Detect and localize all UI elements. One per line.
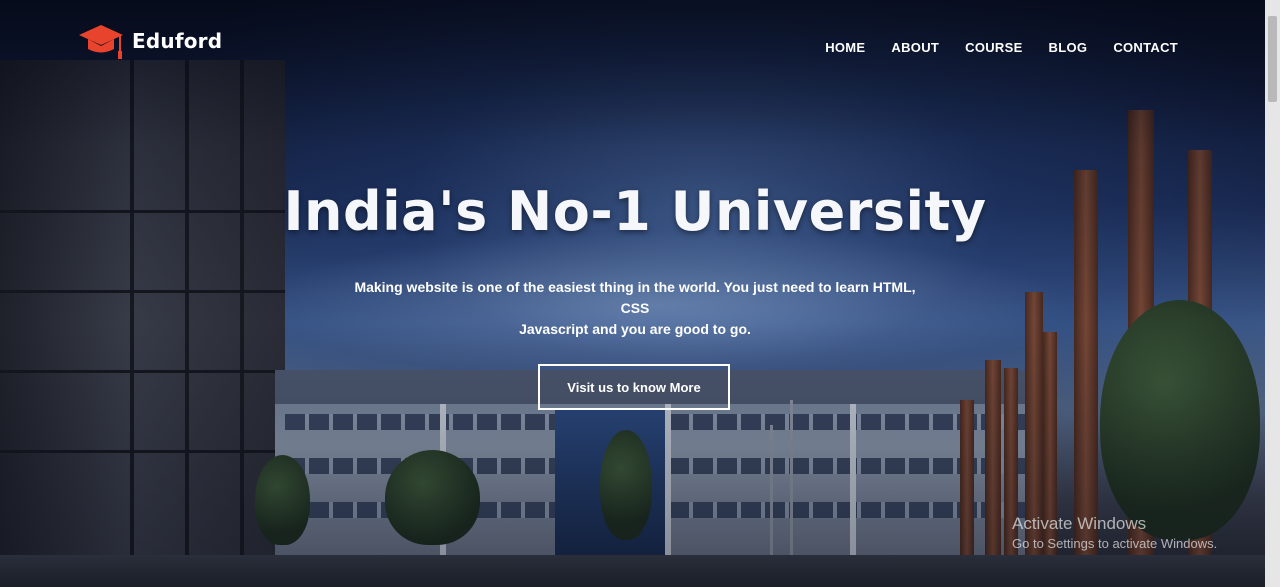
brand-logo[interactable]: Eduford [78,22,222,60]
nav-course[interactable]: COURSE [965,40,1022,55]
hero-subtitle: Making website is one of the easiest thi… [340,277,930,340]
main-nav: HOME ABOUT COURSE BLOG CONTACT [825,40,1178,55]
nav-blog[interactable]: BLOG [1049,40,1088,55]
hero-page: Eduford HOME ABOUT COURSE BLOG CONTACT I… [0,0,1280,587]
nav-contact[interactable]: CONTACT [1113,40,1178,55]
visit-more-button[interactable]: Visit us to know More [538,364,730,410]
vertical-scrollbar[interactable] [1265,0,1280,587]
nav-about[interactable]: ABOUT [891,40,939,55]
watermark-subtitle: Go to Settings to activate Windows. [1012,536,1218,551]
nav-home[interactable]: HOME [825,40,865,55]
hero-title: India's No-1 University [283,180,987,243]
hero-subtitle-line-1: Making website is one of the easiest thi… [354,279,916,316]
brand-name: Eduford [132,29,223,53]
hero-subtitle-line-2: Javascript and you are good to go. [519,321,751,337]
graduation-cap-icon [78,22,124,60]
activate-windows-watermark: Activate Windows Go to Settings to activ… [1012,514,1217,551]
watermark-title: Activate Windows [1012,514,1147,533]
scrollbar-thumb[interactable] [1268,16,1277,102]
